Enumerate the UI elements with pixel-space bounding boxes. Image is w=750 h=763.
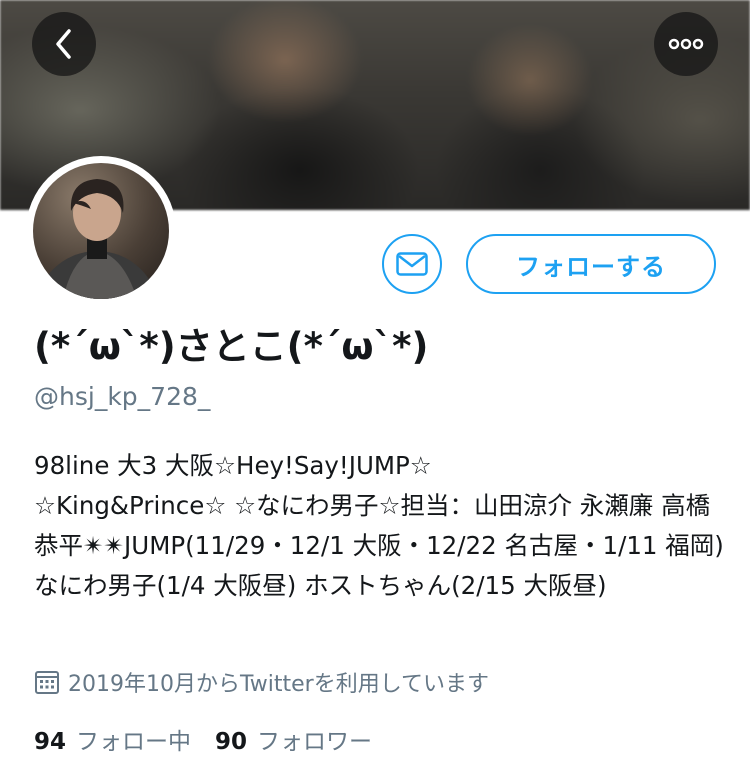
calendar-icon	[35, 671, 59, 694]
join-date-text: 2019年10月からTwitterを利用しています	[68, 672, 490, 697]
chevron-left-icon	[56, 29, 71, 59]
followers-count: 90	[215, 729, 248, 755]
avatar-frame	[26, 156, 176, 306]
followers-link[interactable]: 90 フォロワー	[215, 722, 372, 756]
following-link[interactable]: 94 フォロー中	[34, 722, 191, 756]
avatar[interactable]	[33, 163, 169, 299]
follow-button[interactable]: フォローする	[466, 234, 716, 294]
more-options-button[interactable]	[654, 12, 718, 76]
profile-bio: 98line 大3 大阪☆Hey!Say!JUMP☆ ☆King&Prince☆…	[34, 451, 724, 600]
join-date: 2019年10月からTwitterを利用しています	[34, 666, 489, 698]
profile-display-name: (*´ω`*)さとこ(*´ω`*)	[34, 325, 429, 368]
more-horizontal-icon	[668, 38, 704, 50]
envelope-icon	[396, 252, 428, 276]
following-count: 94	[34, 729, 67, 755]
message-button[interactable]	[382, 234, 442, 294]
follow-stats: 94 フォロー中 90 フォロワー	[34, 722, 372, 756]
profile-handle: @hsj_kp_728_	[34, 382, 211, 411]
followers-label: フォロワー	[257, 729, 373, 755]
back-button[interactable]	[32, 12, 96, 76]
following-label: フォロー中	[76, 729, 192, 755]
avatar-image	[33, 163, 169, 299]
